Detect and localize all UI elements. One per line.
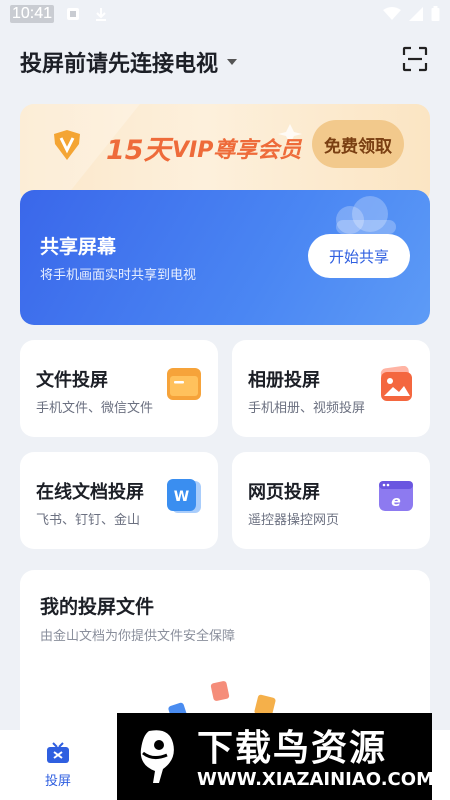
share-screen-subtitle: 将手机画面实时共享到电视 xyxy=(40,268,197,283)
file-cast-tile[interactable]: 文件投屏 手机文件、微信文件 xyxy=(20,340,218,437)
header: 投屏前请先连接电视 xyxy=(0,30,450,90)
photo-icon xyxy=(380,366,412,401)
svg-text:e: e xyxy=(391,494,401,510)
vip-days: 15天 xyxy=(106,135,171,166)
tile-title: 相册投屏 xyxy=(248,370,320,391)
album-cast-tile[interactable]: 相册投屏 手机相册、视频投屏 xyxy=(232,340,430,437)
nav-item-cast[interactable]: 投屏 xyxy=(36,742,80,789)
nav-item-label: 投屏 xyxy=(44,774,71,789)
claim-vip-button[interactable]: 免费领取 xyxy=(312,120,404,168)
tile-title: 在线文档投屏 xyxy=(36,482,144,503)
files-card-subtitle: 由金山文档为你提供文件安全保障 xyxy=(40,629,236,644)
online-doc-cast-tile[interactable]: 在线文档投屏 飞书、钉钉、金山 W xyxy=(20,452,218,549)
watermark-url: WWW.XIAZAINIAO.COM xyxy=(197,769,434,790)
folder-icon xyxy=(167,368,201,400)
vip-crown-icon xyxy=(54,130,80,160)
tile-subtitle: 遥控器操控网页 xyxy=(248,513,340,528)
status-bar: 10:41 xyxy=(0,0,450,30)
svg-text:W: W xyxy=(174,489,189,505)
page-title: 投屏前请先连接电视 xyxy=(20,52,219,77)
bird-logo-icon xyxy=(140,730,174,783)
scan-icon[interactable] xyxy=(402,46,428,72)
tile-title: 文件投屏 xyxy=(36,370,108,391)
tile-subtitle: 手机相册、视频投屏 xyxy=(248,401,366,416)
word-doc-icon: W xyxy=(167,479,201,513)
tile-subtitle: 飞书、钉钉、金山 xyxy=(36,513,141,528)
download-icon xyxy=(96,8,106,21)
tile-subtitle: 手机文件、微信文件 xyxy=(36,401,154,416)
share-screen-card[interactable]: 共享屏幕 将手机画面实时共享到电视 开始共享 xyxy=(20,190,430,325)
vip-text: VIP尊享会员 xyxy=(172,138,302,163)
status-time: 10:41 xyxy=(10,5,55,23)
battery-icon xyxy=(431,6,440,21)
watermark-title: 下载鸟资源 xyxy=(197,728,388,769)
signal-icon xyxy=(409,6,423,21)
device-selector[interactable]: 投屏前请先连接电视 xyxy=(20,46,238,78)
vip-banner[interactable]: 15天 VIP尊享会员 免费领取 xyxy=(20,104,430,204)
share-screen-title: 共享屏幕 xyxy=(40,236,117,258)
start-share-button[interactable]: 开始共享 xyxy=(308,234,410,278)
wifi-icon xyxy=(383,6,401,20)
caret-down-icon xyxy=(227,59,238,65)
browser-icon: e xyxy=(379,481,413,511)
files-card-title: 我的投屏文件 xyxy=(40,596,155,618)
notification-icon xyxy=(67,8,79,20)
watermark-overlay: 下载鸟资源 WWW.XIAZAINIAO.COM xyxy=(117,713,434,800)
webpage-cast-tile[interactable]: 网页投屏 遥控器操控网页 e xyxy=(232,452,430,549)
cast-icon xyxy=(47,742,69,763)
tile-title: 网页投屏 xyxy=(248,482,320,503)
